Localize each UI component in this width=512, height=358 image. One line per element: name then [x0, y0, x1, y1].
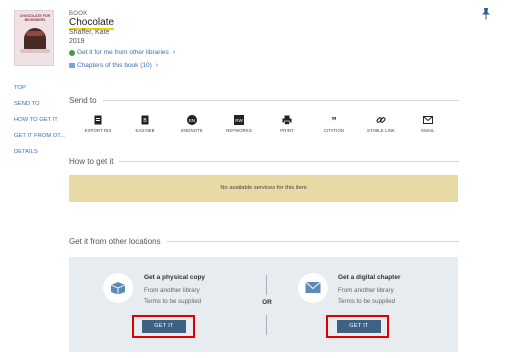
citation-action[interactable]: ” CITATION [314, 115, 354, 133]
how-to-get-it-heading: How to get it [69, 157, 459, 166]
stable-link-label: STABLE LINK [366, 128, 395, 133]
physical-copy-title: Get a physical copy [144, 274, 206, 281]
export-ris-icon [94, 115, 102, 125]
physical-copy-terms: Terms to be supplied [144, 298, 202, 305]
stable-link-action[interactable]: STABLE LINK [361, 115, 401, 133]
physical-copy-icon-circle [103, 273, 133, 303]
easybib-action[interactable]: B EASYBIB [125, 115, 165, 133]
export-ris-label: EXPORT RIS [84, 128, 112, 133]
or-label: OR [262, 299, 272, 306]
digital-chapter-title: Get a digital chapter [338, 274, 401, 281]
globe-icon [69, 49, 75, 56]
cake-illustration [24, 28, 46, 50]
record-author: Shaffer, Kate [69, 29, 110, 36]
endnote-label: ENDNOTE [181, 128, 203, 133]
refworks-icon: RW [234, 115, 244, 125]
record-title[interactable]: Chocolate [69, 17, 115, 30]
refworks-glyph: RW [235, 118, 243, 123]
print-action[interactable]: PRINT [267, 115, 307, 133]
easybib-icon: B [141, 115, 149, 125]
cover-title-text: CHOCOLATE FOR BEGINNERS [19, 14, 51, 22]
divider-line [266, 315, 267, 335]
section-divider [119, 161, 459, 162]
print-label: PRINT [280, 128, 294, 133]
refworks-action[interactable]: RW REFWORKS [219, 115, 259, 133]
endnote-icon: EN [187, 115, 197, 125]
highlight-box [326, 315, 389, 338]
no-services-banner: No available services for this item [69, 175, 458, 202]
physical-copy-source: From another library [144, 287, 200, 294]
digital-chapter-terms: Terms to be supplied [338, 298, 396, 305]
export-ris-action[interactable]: EXPORT RIS [78, 115, 118, 133]
nav-item-top[interactable]: TOP [14, 82, 66, 98]
svg-text:”: ” [332, 116, 337, 125]
email-icon [423, 116, 433, 124]
nav-item-details[interactable]: DETAILS [14, 146, 66, 162]
section-divider [166, 241, 459, 242]
chapters-label: Chapters of this book (10) [77, 62, 152, 69]
refworks-label: REFWORKS [226, 128, 252, 133]
cake-plate [20, 49, 50, 53]
chapters-icon [69, 63, 75, 68]
chevron-right-icon: › [155, 62, 159, 69]
send-to-heading-text: Send to [69, 96, 97, 105]
email-action[interactable]: EMAIL [408, 115, 448, 133]
or-divider: OR [261, 275, 273, 335]
section-navigation: TOP SEND TO HOW TO GET IT GET IT FROM OT… [14, 82, 66, 162]
email-label: EMAIL [421, 128, 435, 133]
book-cover-thumbnail[interactable]: CHOCOLATE FOR BEGINNERS [14, 10, 54, 66]
chapters-link[interactable]: Chapters of this book (10) › [69, 62, 158, 69]
other-locations-panel: Get a physical copy From another library… [69, 257, 458, 352]
nav-item-get-it-from-other[interactable]: GET IT FROM OT... [14, 130, 66, 146]
send-to-heading: Send to [69, 96, 459, 105]
print-icon [282, 115, 292, 125]
other-locations-heading-text: Get it from other locations [69, 237, 161, 246]
divider-line [266, 275, 267, 295]
package-icon [110, 282, 126, 295]
endnote-action[interactable]: EN ENDNOTE [172, 115, 212, 133]
nav-item-how-to-get-it[interactable]: HOW TO GET IT [14, 114, 66, 130]
nav-item-send-to[interactable]: SEND TO [14, 98, 66, 114]
how-to-get-it-heading-text: How to get it [69, 157, 114, 166]
envelope-icon [305, 281, 321, 293]
record-year: 2019 [69, 38, 85, 45]
easybib-label: EASYBIB [135, 128, 155, 133]
other-locations-heading: Get it from other locations [69, 237, 459, 246]
chevron-right-icon: › [172, 49, 176, 56]
get-from-other-libraries-label: Get it for me from other libraries [77, 49, 169, 56]
digital-chapter-icon-circle [298, 273, 328, 303]
citation-label: CITATION [323, 128, 345, 133]
section-divider [102, 100, 459, 101]
send-to-actions: EXPORT RIS B EASYBIB EN ENDNOTE RW REFWO… [78, 115, 458, 139]
pin-icon[interactable] [481, 8, 491, 20]
endnote-glyph: EN [189, 118, 195, 123]
link-icon [376, 117, 386, 123]
citation-icon: ” [332, 116, 337, 125]
get-from-other-libraries-link[interactable]: Get it for me from other libraries › [69, 49, 175, 56]
digital-chapter-source: From another library [338, 287, 394, 294]
highlight-box [132, 315, 195, 338]
